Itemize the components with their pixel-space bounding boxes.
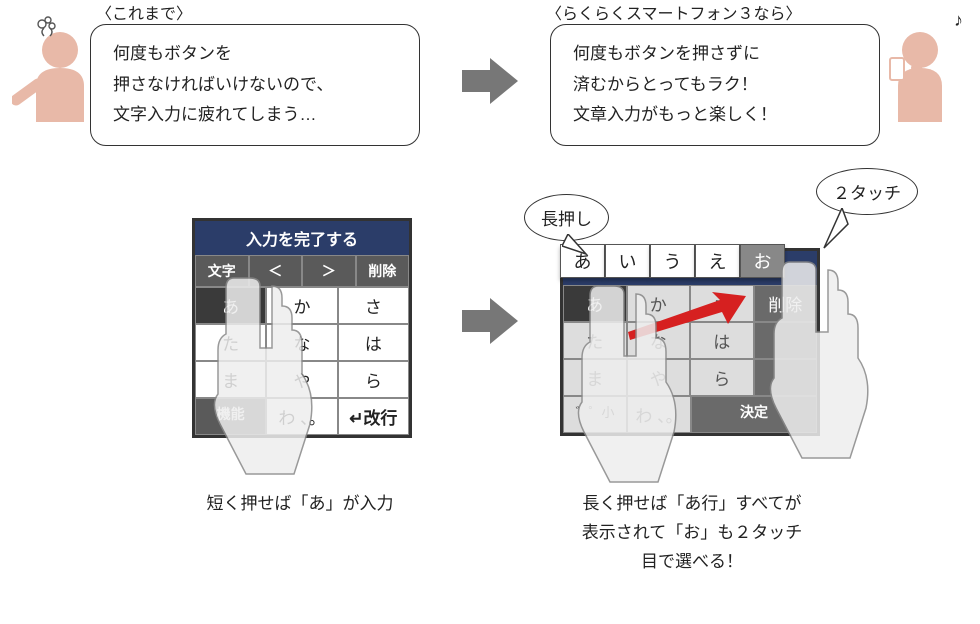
music-note-icon: ♪ (954, 10, 963, 31)
key-ha[interactable]: は (338, 324, 409, 361)
key-sa[interactable]: さ (338, 287, 409, 324)
speech-after: 何度もボタンを押さずに 済むからとってもラク！ 文章入力がもっと楽しく！ (550, 24, 880, 146)
popup-i[interactable]: い (605, 244, 650, 278)
heading-before: 〈これまで〉 (96, 0, 192, 24)
popup-row: あ い う え お (560, 244, 785, 278)
keypad-header: 入力を完了する (195, 221, 409, 255)
bubble-tail-icon (820, 208, 850, 252)
finger-icon (762, 258, 882, 468)
key-ra[interactable]: ら (690, 359, 754, 396)
arrow-right-icon (460, 56, 520, 106)
heading-after: 〈らくらくスマートフォン３なら〉 (546, 0, 802, 24)
caption-long: 長く押せば「あ行」すべてが 表示されて「お」も２タッチ 目で選べる！ (552, 490, 832, 577)
finger-icon (570, 282, 690, 492)
key-enter[interactable]: ↵改行 (338, 398, 409, 435)
finger-icon (206, 274, 326, 484)
popup-e[interactable]: え (695, 244, 740, 278)
key-delete[interactable]: 削除 (356, 255, 410, 287)
popup-u[interactable]: う (650, 244, 695, 278)
speech-after-text: 何度もボタンを押さずに 済むからとってもラク！ 文章入力がもっと楽しく！ (573, 44, 777, 124)
key-ra[interactable]: ら (338, 361, 409, 398)
person-frustrated-icon (12, 14, 94, 124)
caption-long-text: 長く押せば「あ行」すべてが 表示されて「お」も２タッチ 目で選べる！ (582, 494, 803, 571)
caption-short: 短く押せば「あ」が入力 (160, 490, 440, 519)
arrow-right-icon (460, 296, 520, 346)
speech-before: 何度もボタンを 押さなければいけないので、 文字入力に疲れてしまう… (90, 24, 420, 146)
bubble-tail-icon (562, 234, 592, 258)
speech-before-text: 何度もボタンを 押さなければいけないので、 文字入力に疲れてしまう… (113, 44, 333, 124)
